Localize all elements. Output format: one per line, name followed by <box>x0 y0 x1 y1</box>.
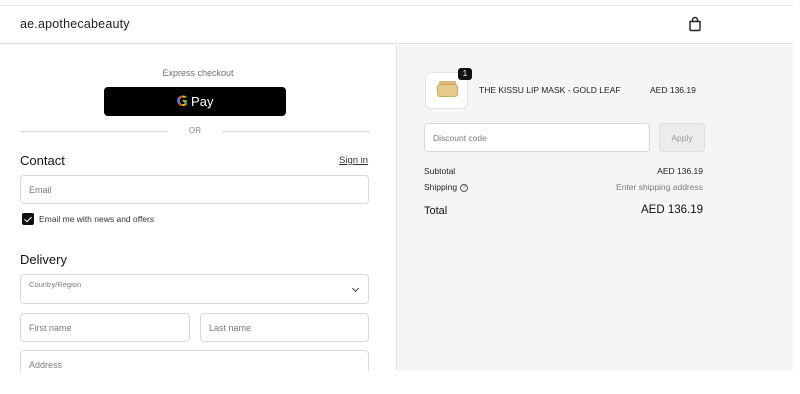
subtotal-value: AED 136.19 <box>657 166 703 176</box>
news-opt-in[interactable]: Email me with news and offers <box>22 213 154 225</box>
discount-placeholder: Discount code <box>433 132 487 143</box>
discount-code-field[interactable]: Discount code <box>424 123 650 152</box>
apply-button[interactable]: Apply <box>659 123 705 152</box>
quantity-badge: 1 <box>458 68 472 80</box>
product-price: AED 136.19 <box>650 85 696 95</box>
news-checkbox[interactable] <box>22 213 34 225</box>
brand-name[interactable]: ae.apothecabeauty <box>20 17 130 31</box>
google-pay-label: Pay <box>191 94 214 109</box>
site-header: ae.apothecabeauty <box>0 6 793 44</box>
email-field[interactable]: Email <box>20 175 369 204</box>
info-icon[interactable]: ? <box>460 183 469 192</box>
delivery-heading: Delivery <box>20 252 67 267</box>
product-name: THE KISSU LIP MASK - GOLD LEAF <box>479 85 621 95</box>
sign-in-link[interactable]: Sign in <box>339 155 368 166</box>
google-logo: G <box>176 93 189 110</box>
total-label: Total <box>424 205 448 217</box>
country-select[interactable]: Country/Region <box>20 274 369 304</box>
contact-heading: Contact <box>20 153 65 168</box>
last-name-placeholder: Last name <box>209 322 252 333</box>
country-label: Country/Region <box>29 280 82 289</box>
page-bottom-area <box>0 371 800 394</box>
first-name-placeholder: First name <box>29 322 72 333</box>
first-name-field[interactable]: First name <box>20 313 190 342</box>
express-checkout-title: Express checkout <box>162 68 234 78</box>
chevron-down-icon <box>351 284 360 293</box>
order-summary: 1 THE KISSU LIP MASK - GOLD LEAF AED 136… <box>396 45 793 371</box>
divider-line <box>222 131 370 132</box>
news-checkbox-label: Email me with news and offers <box>39 214 155 224</box>
email-placeholder: Email <box>29 184 52 195</box>
shopping-bag-icon[interactable] <box>687 16 703 32</box>
shipping-label: Shipping <box>424 182 458 192</box>
subtotal-label: Subtotal <box>424 166 456 176</box>
or-divider: OR <box>20 125 370 137</box>
shipping-row-label: Shipping? <box>424 182 469 192</box>
product-image-jar <box>437 84 458 97</box>
google-pay-button[interactable]: G Pay <box>104 87 286 116</box>
address-placeholder: Address <box>29 359 63 370</box>
shipping-value: Enter shipping address <box>616 182 703 192</box>
checkout-form: Express checkout G Pay OR Contact Sign i… <box>0 45 396 379</box>
last-name-field[interactable]: Last name <box>200 313 369 342</box>
total-value: AED 136.19 <box>640 204 703 216</box>
